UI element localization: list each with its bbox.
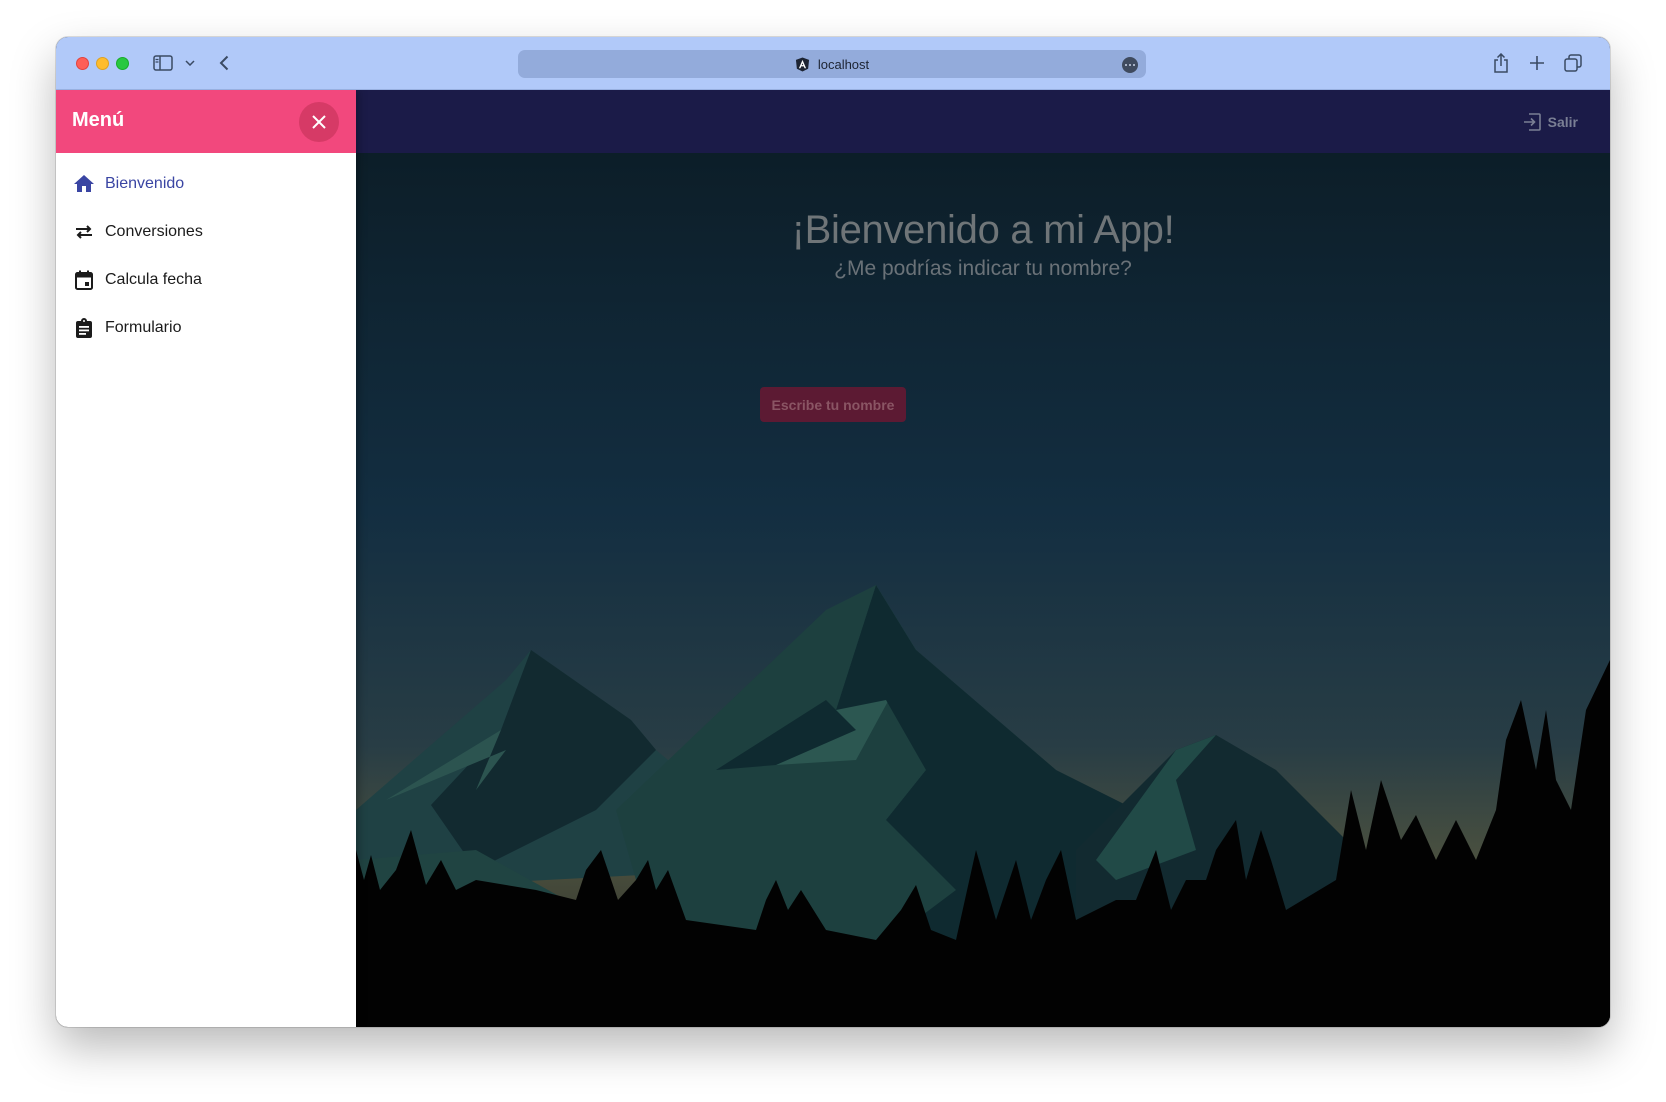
close-drawer-button[interactable] <box>299 102 339 142</box>
home-icon <box>73 173 95 195</box>
plus-icon[interactable] <box>1526 51 1548 75</box>
minimize-window-button[interactable] <box>96 57 109 70</box>
url-text: localhost <box>817 56 870 72</box>
nav-item-conversiones[interactable]: Conversiones <box>56 208 356 256</box>
app-toolbar: Salir <box>356 90 1610 153</box>
angular-logo-icon <box>795 56 810 72</box>
nav-item-formulario[interactable]: Formulario <box>56 304 356 352</box>
nav-item-label: Formulario <box>105 319 182 336</box>
share-icon[interactable] <box>1490 50 1512 76</box>
sidebar-toggle-icon[interactable] <box>152 53 174 73</box>
drawer-header: Menú <box>56 90 356 153</box>
page-subtitle: ¿Me podrías indicar tu nombre? <box>834 257 1132 280</box>
enter-name-button[interactable]: Escribe tu nombre <box>760 387 906 422</box>
nav-item-label: Calcula fecha <box>105 271 202 288</box>
close-icon <box>312 115 326 129</box>
clipboard-icon <box>73 317 95 339</box>
drawer-title: Menú <box>72 109 125 131</box>
close-window-button[interactable] <box>76 57 89 70</box>
back-icon[interactable] <box>214 52 234 74</box>
logout-icon <box>1523 113 1541 131</box>
nav-item-label: Conversiones <box>105 223 203 240</box>
app-page: Salir ¡Bienvenido a mi App! ¿Me podrías … <box>56 90 1610 1027</box>
nav-item-calcula-fecha[interactable]: Calcula fecha <box>56 256 356 304</box>
more-options-icon[interactable] <box>1122 57 1138 73</box>
swap-arrows-icon <box>73 221 95 243</box>
tab-overview-icon[interactable] <box>1562 52 1584 74</box>
calendar-icon <box>73 269 95 291</box>
browser-window: localhost Salir ¡Bienvenido a mi App! ¿M… <box>56 37 1610 1027</box>
side-drawer: Menú Bienvenido Conversiones Calcula fec… <box>56 90 356 1027</box>
nav-item-label: Bienvenido <box>105 175 185 192</box>
address-bar[interactable]: localhost <box>518 50 1146 78</box>
drawer-nav: Bienvenido Conversiones Calcula fecha Fo… <box>56 160 356 352</box>
chevron-down-icon[interactable] <box>184 55 196 71</box>
browser-toolbar: localhost <box>56 37 1610 90</box>
zoom-window-button[interactable] <box>116 57 129 70</box>
nav-item-bienvenido[interactable]: Bienvenido <box>56 160 356 208</box>
page-title: ¡Bienvenido a mi App! <box>791 208 1175 252</box>
logout-button[interactable]: Salir <box>1522 110 1578 134</box>
logout-label: Salir <box>1547 114 1578 130</box>
